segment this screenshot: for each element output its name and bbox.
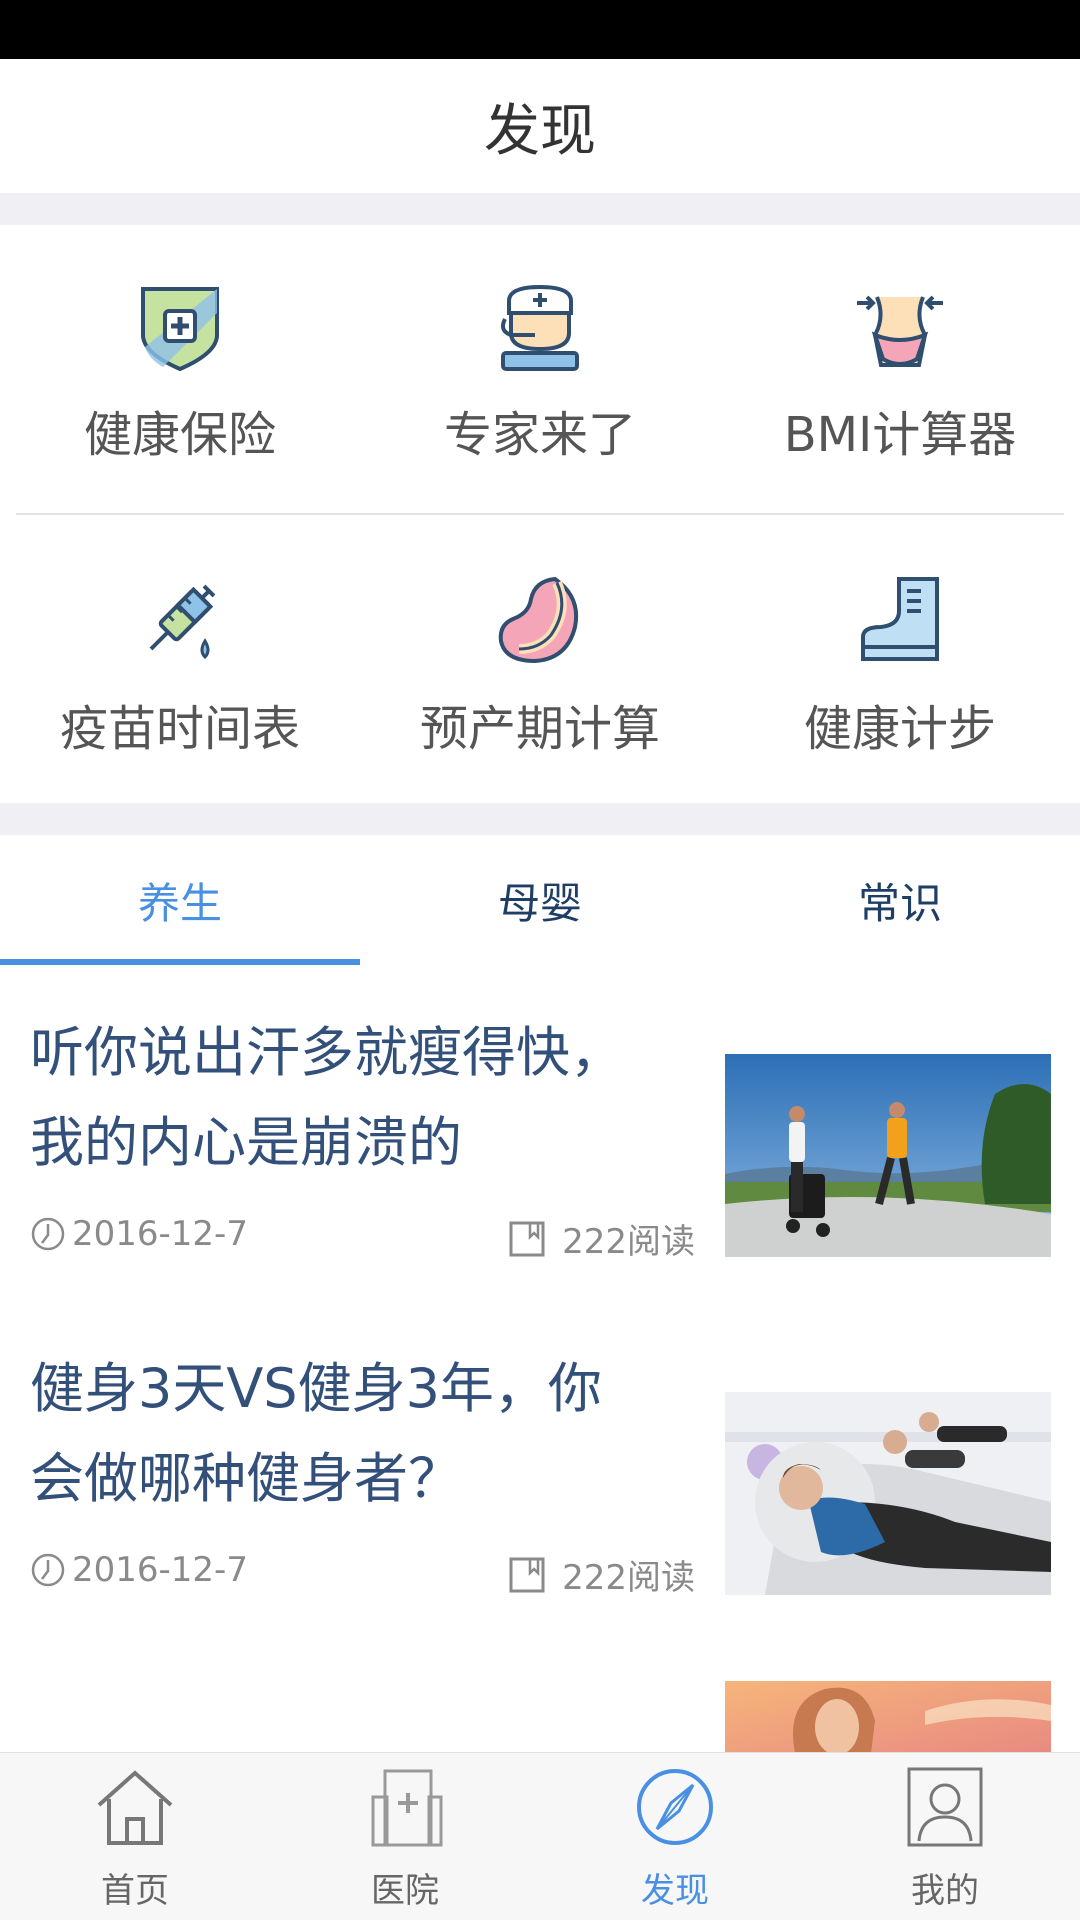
doctor-icon: [501, 284, 579, 371]
nav-mine[interactable]: 我的: [810, 1753, 1080, 1920]
tool-label: 疫苗时间表: [59, 701, 300, 757]
article-title-line: 会做哪种健身者？: [30, 1447, 462, 1510]
tool-row: 疫苗时间表 预产期计算 健康计步: [0, 515, 1080, 803]
nav-home[interactable]: 首页: [0, 1753, 270, 1920]
article-reads-text: 222阅读: [562, 1222, 695, 1262]
section-gap: [0, 193, 1080, 225]
tool-grid: 健康保险 专家来了 BMI计算器 疫苗时间表 预产期计算 健康计步: [0, 225, 1080, 803]
profile-icon: [907, 1767, 983, 1847]
tool-pedometer[interactable]: 健康计步: [720, 515, 1080, 803]
nav-label: 我的: [911, 1871, 979, 1911]
book-icon: [509, 1221, 545, 1256]
clock-icon: [31, 1217, 65, 1251]
woman-sunset-photo: [725, 1681, 1051, 1753]
nav-label: 发现: [641, 1871, 709, 1911]
article-item[interactable]: 健身3天VS健身3年，你 会做哪种健身者？ 2016-12-7 222阅读: [0, 1344, 1080, 1644]
hospital-icon: [371, 1769, 443, 1847]
page-title: 发现: [484, 98, 596, 164]
article-title-line: 健身3天VS健身3年，你: [30, 1357, 602, 1420]
nav-discover[interactable]: 发现: [540, 1753, 810, 1920]
category-tabs: 养生 母婴 常识: [0, 835, 1080, 965]
tab-indicator: [0, 959, 360, 965]
tool-label: 预产期计算: [419, 701, 660, 757]
app: 发现 健康保险 专家来了 BMI计算器 疫苗时间表 预产期计算 健康计步 养生 …: [0, 0, 1080, 1920]
status-bar: [0, 0, 1080, 59]
article-reads: 222阅读: [508, 1550, 695, 1599]
article-title-line: 听你说出汗多就瘦得快，: [30, 1021, 624, 1084]
article-reads: 222阅读: [508, 1214, 695, 1263]
tool-health-insurance[interactable]: 健康保险: [0, 225, 360, 513]
nav-label: 医院: [371, 1871, 439, 1911]
tool-label: 健康保险: [83, 407, 276, 463]
clock-icon: [31, 1553, 65, 1587]
joggers-photo: [725, 1054, 1051, 1257]
tool-row: 健康保险 专家来了 BMI计算器: [0, 225, 1080, 513]
situps-photo: [725, 1392, 1051, 1595]
article-date: 2016-12-7: [30, 1214, 248, 1254]
article-reads-text: 222阅读: [562, 1558, 695, 1598]
waist-icon: [857, 295, 943, 367]
boot-icon: [861, 577, 939, 661]
tool-due-date[interactable]: 预产期计算: [360, 515, 720, 803]
tool-expert[interactable]: 专家来了: [360, 225, 720, 513]
article-title: 健身3天VS健身3年，你 会做哪种健身者？: [30, 1344, 690, 1524]
book-icon: [509, 1557, 545, 1592]
shield-cross-icon: [141, 287, 219, 372]
article-title-line: 我的内心是崩溃的: [30, 1111, 462, 1174]
tool-label: 健康计步: [803, 701, 996, 757]
article-title: 听你说出汗多就瘦得快， 我的内心是崩溃的: [30, 1008, 690, 1188]
section-gap: [0, 803, 1080, 835]
tool-vaccine[interactable]: 疫苗时间表: [0, 515, 360, 803]
tab-yangsheng[interactable]: 养生: [0, 835, 360, 965]
nav-label: 首页: [101, 1871, 169, 1911]
nav-hospital[interactable]: 医院: [270, 1753, 540, 1920]
bottom-nav: 首页 医院 发现 我的: [0, 1752, 1080, 1920]
fetus-icon: [498, 576, 578, 664]
syringe-icon: [149, 584, 216, 660]
article-date-text: 2016-12-7: [72, 1214, 248, 1254]
compass-icon: [637, 1769, 713, 1845]
article-meta: 2016-12-7 222阅读: [30, 1550, 695, 1598]
article-date-text: 2016-12-7: [72, 1550, 248, 1590]
tool-bmi[interactable]: BMI计算器: [720, 225, 1080, 513]
article-date: 2016-12-7: [30, 1550, 248, 1590]
tool-label: 专家来了: [443, 407, 636, 463]
article-meta: 2016-12-7 222阅读: [30, 1214, 695, 1262]
tab-muying[interactable]: 母婴: [360, 835, 720, 965]
home-icon: [97, 1770, 173, 1845]
article-item[interactable]: 听你说出汗多就瘦得快， 我的内心是崩溃的 2016-12-7 222阅读: [0, 1008, 1080, 1308]
tab-changshi[interactable]: 常识: [720, 835, 1080, 965]
title-bar: 发现: [0, 59, 1080, 193]
tool-label: BMI计算器: [783, 407, 1017, 463]
